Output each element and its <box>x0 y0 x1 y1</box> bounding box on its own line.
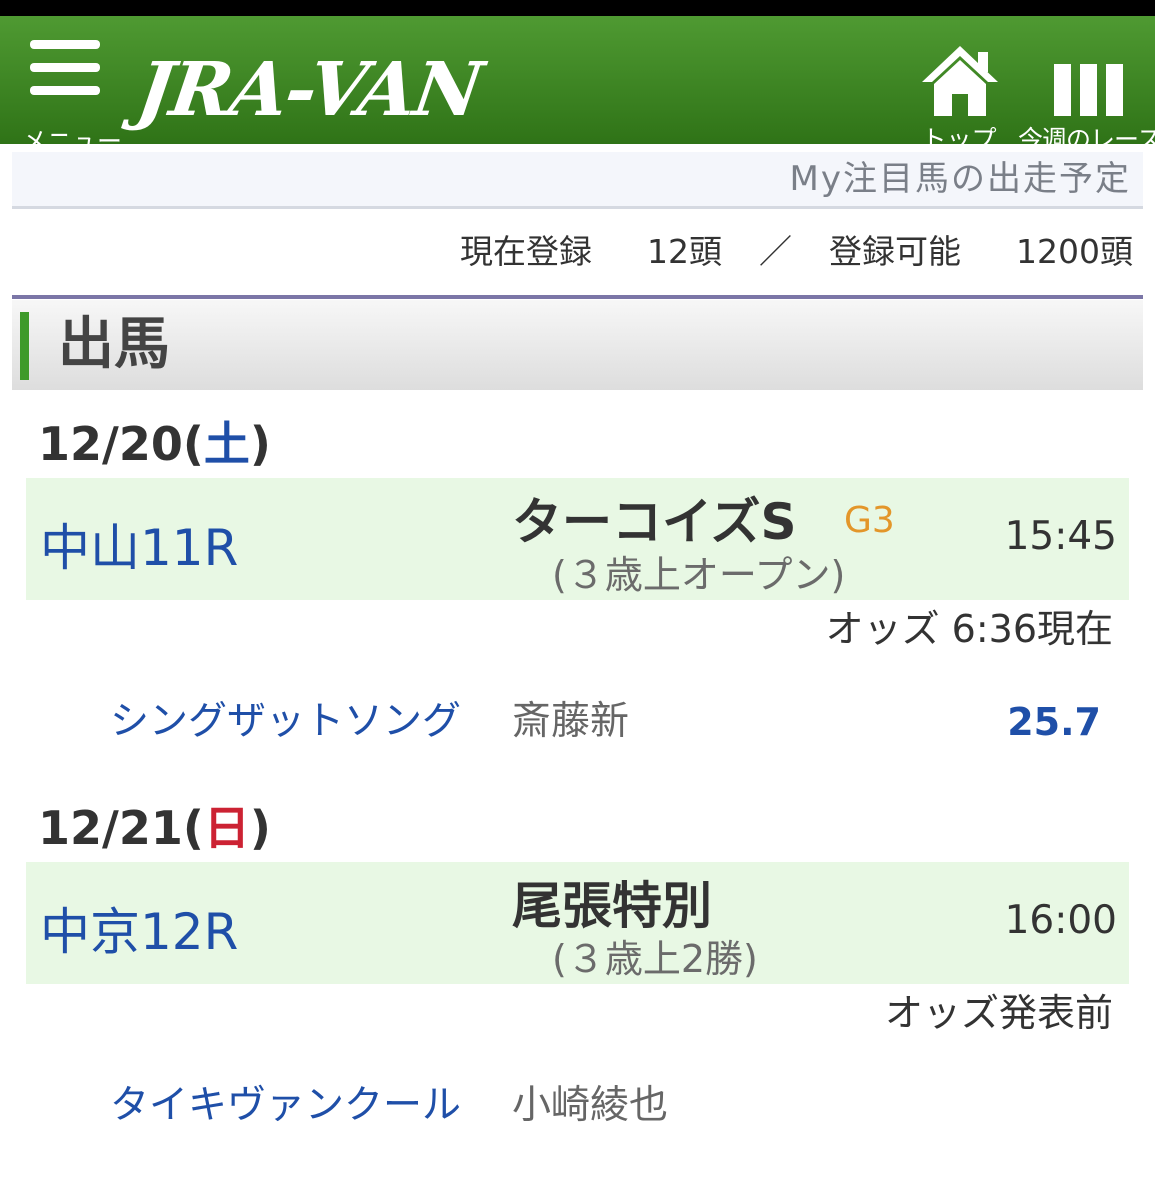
page-subheader: My注目馬の出走予定 <box>12 152 1143 209</box>
jra-van-logo[interactable]: JRA-VAN <box>132 44 487 136</box>
current-label: 現在登録 <box>460 232 593 271</box>
race-time: 16:00 <box>1004 898 1117 943</box>
separator: ／ <box>759 232 793 271</box>
horse-name[interactable]: タイキヴァンクール <box>110 1078 461 1134</box>
day-of-week: 土 <box>203 417 250 471</box>
date-heading: 12/21(日) <box>38 801 271 855</box>
divider <box>12 295 1143 299</box>
race-venue[interactable]: 中京12R <box>40 892 238 964</box>
day-of-week: 日 <box>203 801 250 855</box>
odds-status: オッズ発表前 <box>884 991 1113 1035</box>
race-time: 15:45 <box>1004 514 1117 559</box>
section-accent-bar <box>20 312 29 380</box>
app-header: メニュー JRA-VAN トップ 今週のレース <box>0 16 1155 156</box>
date-value: 12/21 <box>38 801 183 855</box>
home-icon <box>922 46 998 116</box>
current-count: 12頭 <box>647 232 723 271</box>
jockey-name: 斎藤新 <box>512 699 630 744</box>
this-week-races-button[interactable]: 今週のレース <box>1018 32 1155 154</box>
registration-status: 現在登録 12頭 ／ 登録可能 1200頭 <box>460 224 1133 280</box>
top-label: トップ <box>921 125 997 154</box>
this-week-races-label: 今週のレース <box>1018 125 1155 154</box>
section-header: 出馬 <box>12 300 1143 390</box>
race-class: (３歳上2勝) <box>552 937 758 981</box>
odds-value: 25.7 <box>1007 700 1101 744</box>
section-title: 出馬 <box>58 312 170 377</box>
race-row[interactable]: 中山11R ターコイズS G3 (３歳上オープン) 15:45 <box>26 478 1129 600</box>
page-title: My注目馬の出走予定 <box>789 159 1131 199</box>
hamburger-icon <box>30 40 100 96</box>
race-grade: G3 <box>844 500 895 541</box>
date-value: 12/20 <box>38 417 183 471</box>
status-bar <box>0 0 1155 16</box>
race-row[interactable]: 中京12R 尾張特別 (３歳上2勝) 16:00 <box>26 862 1129 984</box>
race-venue[interactable]: 中山11R <box>40 508 238 580</box>
date-heading: 12/20(土) <box>38 417 271 471</box>
horse-name[interactable]: シングザットソング <box>110 694 461 750</box>
odds-status: オッズ 6:36現在 <box>825 607 1113 651</box>
menu-button[interactable]: メニュー <box>22 40 122 156</box>
top-button[interactable]: トップ <box>916 32 1002 154</box>
capacity-label: 登録可能 <box>829 232 962 271</box>
jockey-name: 小崎綾也 <box>512 1083 669 1128</box>
capacity-count: 1200頭 <box>1016 232 1133 271</box>
columns-icon <box>1054 64 1123 116</box>
race-class: (３歳上オープン) <box>552 553 846 597</box>
